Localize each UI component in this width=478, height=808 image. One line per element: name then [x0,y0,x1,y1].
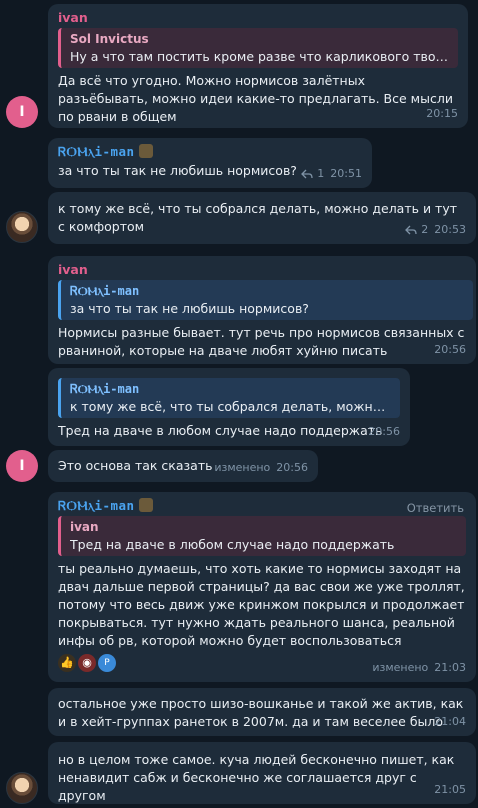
message-time: 21:05 [434,783,466,796]
quote-text: за что ты так не любишь нормисов? [70,301,309,316]
sender-label: ᏒѺⲘⲗi-man [58,498,135,513]
message-meta: 21:04 [434,713,466,731]
sender-name[interactable]: ᏒѺⲘⲗi-man [58,498,466,514]
quote-sender: ᏒѺⲘⲗi-man [70,382,140,396]
reply-button[interactable]: Ответить [407,499,464,517]
avatar-initial: I [19,104,25,120]
avatar[interactable] [6,211,38,243]
message-meta: 20:15 [426,105,458,123]
message-time: 20:56 [276,461,308,474]
message-1[interactable]: ivan Sol Invictus Ну а что там постить к… [48,4,468,128]
sender-name[interactable]: ivan [58,262,466,278]
message-meta: 21:05 [434,781,466,799]
avatar[interactable] [6,772,38,804]
message-2[interactable]: ᏒѺⲘⲗi-man за что ты так не любишь нормис… [48,138,372,188]
quote-sender: Sol Invictus [70,32,149,46]
message-time: 20:51 [330,167,362,180]
replies-indicator[interactable]: 2 [405,221,428,239]
message-4[interactable]: ivan ᏒѺⲘⲗi-man за что ты так не любишь н… [48,256,476,364]
quote-sender: ivan [70,520,99,534]
avatar[interactable]: I [6,450,38,482]
edited-label: изменено [214,461,271,474]
reply-quote[interactable]: ivan Тред на дваче в любом случае надо п… [58,516,466,556]
reply-arrow-icon [301,169,313,179]
reply-arrow-icon [405,225,417,235]
quote-sender: ᏒѺⲘⲗi-man [70,284,140,298]
sender-label: ᏒѺⲘⲗi-man [58,144,135,159]
sender-name[interactable]: ᏒѺⲘⲗi-man [58,144,362,160]
replies-count: 2 [421,223,429,236]
message-text: Да всё что угодно. Можно нормисов залётн… [58,73,453,124]
message-meta: изменено 21:03 [372,659,466,677]
message-time: 20:56 [434,343,466,356]
message-meta: изменено 20:56 [214,459,308,477]
message-9[interactable]: но в целом тоже самое. куча людей бескон… [48,742,476,804]
message-text: ты реально думаешь, что хоть какие то но… [58,561,465,648]
message-time: 21:03 [434,661,466,674]
quote-text: Тред на дваче в любом случае надо поддер… [70,537,395,552]
message-8[interactable]: остальное уже просто шизо-вошканье и так… [48,688,476,736]
replies-count: 1 [317,167,325,180]
message-meta: 1 20:51 [301,165,362,183]
message-meta: 20:56 [434,341,466,359]
message-time: 20:53 [434,223,466,236]
message-meta: 20:56 [368,423,400,441]
message-3[interactable]: к тому же всё, что ты собрался делать, м… [48,192,476,244]
replies-indicator[interactable]: 1 [301,165,324,183]
sender-name[interactable]: ivan [58,10,458,26]
reaction-user-badge[interactable]: P [98,654,116,672]
message-text: но в целом тоже самое. куча людей бескон… [58,752,455,803]
message-6[interactable]: Это основа так сказать изменено 20:56 [48,450,318,482]
thumbs-up-icon[interactable]: 👍 [58,654,76,672]
message-text: Тред на дваче в любом случае надо поддер… [58,423,383,438]
avatar[interactable]: I [6,96,38,128]
message-time: 21:04 [434,715,466,728]
reply-quote[interactable]: ᏒѺⲘⲗi-man к тому же всё, что ты собрался… [58,378,400,418]
message-text: остальное уже просто шизо-вошканье и так… [58,696,464,729]
quote-text: к тому же всё, что ты собрался делать, м… [70,399,392,414]
message-time: 20:15 [426,107,458,120]
message-5[interactable]: ᏒѺⲘⲗi-man к тому же всё, что ты собрался… [48,368,410,446]
message-text: Нормисы разные бывает. тут речь про норм… [58,325,465,358]
reply-quote[interactable]: Sol Invictus Ну а что там постить кроме … [58,28,458,68]
sender-status-icon [138,144,153,158]
message-time: 20:56 [368,425,400,438]
edited-label: изменено [372,661,429,674]
message-meta: 2 20:53 [405,221,466,239]
reply-quote[interactable]: ᏒѺⲘⲗi-man за что ты так не любишь нормис… [58,280,473,320]
sender-status-icon [138,498,153,512]
quote-text: Ну а что там постить кроме разве что кар… [70,49,450,64]
avatar-initial: I [19,458,25,474]
reaction-avatar-icon[interactable]: ◉ [78,654,96,672]
message-7[interactable]: ᏒѺⲘⲗi-man Ответить ivan Тред на дваче в … [48,492,476,682]
